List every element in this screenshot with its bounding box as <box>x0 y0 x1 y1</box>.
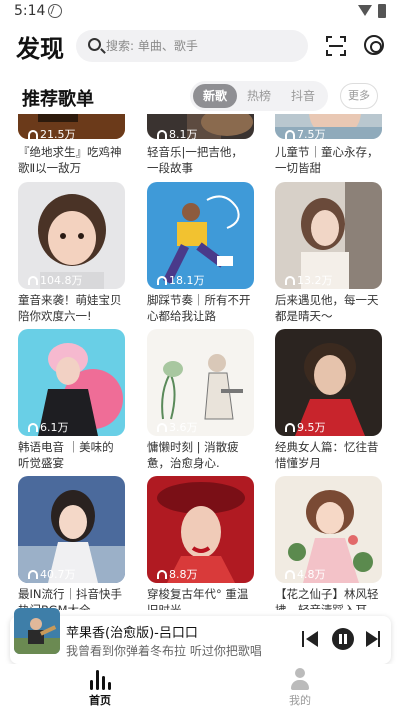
playlist-grid: 21.5万 『绝地求生』吃鸡神歌Ⅱ以一敌万 8.1万 轻音乐|一把吉他，一段故事… <box>0 114 401 610</box>
play-count: 104.8万 <box>28 272 83 288</box>
play-count: 6.1万 <box>28 419 69 435</box>
headphones-icon <box>28 423 38 432</box>
now-playing-song-title: 苹果香(治愈版)-吕口口 <box>66 626 198 641</box>
playlist-tabs: 新歌 热榜 抖音 <box>190 81 328 111</box>
sync-icon <box>48 4 62 18</box>
status-bar: 5:14 <box>0 0 401 24</box>
tab-hot-chart[interactable]: 热榜 <box>237 84 281 108</box>
soundwave-icon <box>88 668 112 690</box>
playlist-title: 穿梭复古年代° 重温旧时光 <box>147 587 249 610</box>
play-count: 3.6万 <box>157 419 198 435</box>
headphones-icon <box>157 276 167 285</box>
play-count: 9.5万 <box>285 419 326 435</box>
playlist-title: 童音来袭！萌娃宝贝陪你欢度六一! <box>18 293 122 323</box>
next-track-icon[interactable] <box>364 630 382 648</box>
playlist-title: 儿童节｜童心永存，一切皆甜 <box>275 145 379 175</box>
battery-icon <box>378 4 386 18</box>
playlist-title: 轻音乐|一把吉他，一段故事 <box>147 145 243 175</box>
playlist-title: 【花之仙子】林风轻拂，轻音清踩入耳. <box>275 587 379 610</box>
headphones-icon <box>285 423 295 432</box>
headphones-icon <box>28 276 38 285</box>
mini-player[interactable]: 苹果香(治愈版)-吕口口 我曾看到你弹着冬布拉 听过你把歌唱 <box>10 608 391 664</box>
nav-me-label: 我的 <box>289 694 311 707</box>
status-time: 5:14 <box>14 3 46 19</box>
search-icon <box>88 38 101 51</box>
headphones-icon <box>157 570 167 579</box>
headphones-icon <box>285 276 295 285</box>
playlist-title: 慵懒时刻 | 消散疲惫，治愈身心. <box>147 440 239 470</box>
nav-home-label: 首页 <box>89 694 111 707</box>
headphones-icon <box>28 570 38 579</box>
play-count: 18.1万 <box>157 272 205 288</box>
headphones-icon <box>285 570 295 579</box>
nav-home-tab[interactable]: 首页 <box>60 668 140 708</box>
playlist-title: 经典女人篇：忆往昔惜懂岁月 <box>275 440 379 470</box>
now-playing-lyric: 我曾看到你弹着冬布拉 听过你把歌唱 <box>66 644 262 658</box>
search-bar[interactable] <box>76 30 308 62</box>
headphones-icon <box>28 130 38 139</box>
playlist-title: 脚踩节奏｜所有不开心都给我让路 <box>147 293 251 323</box>
nav-me-tab[interactable]: 我的 <box>260 668 340 708</box>
headphones-icon <box>157 423 167 432</box>
play-count: 8.8万 <box>157 566 198 582</box>
section-title: 推荐歌单 <box>22 89 94 110</box>
headphones-icon <box>285 130 295 139</box>
wifi-icon <box>358 5 372 16</box>
play-count: 8.1万 <box>157 126 198 142</box>
pause-icon[interactable] <box>332 628 354 650</box>
play-count: 4.8万 <box>285 566 326 582</box>
play-count: 7.5万 <box>285 126 326 142</box>
playlist-title: 后来遇见他，每一天都是晴天～ <box>275 293 379 323</box>
person-icon <box>288 668 312 690</box>
tab-douyin[interactable]: 抖音 <box>281 84 325 108</box>
more-button[interactable]: 更多 <box>340 83 378 109</box>
play-count: 21.5万 <box>28 126 76 142</box>
now-playing-cover-image[interactable] <box>14 608 60 654</box>
bottom-navigation: 首页 我的 <box>0 664 401 713</box>
playlist-title: 『绝地求生』吃鸡神歌Ⅱ以一敌万 <box>18 145 122 175</box>
play-count: 40.7万 <box>28 566 76 582</box>
play-count: 13.2万 <box>285 272 333 288</box>
playlist-title: 最IN流行｜抖音快手热门BGM大全 <box>18 587 122 610</box>
scan-icon[interactable] <box>326 36 346 56</box>
previous-track-icon[interactable] <box>302 630 320 648</box>
app-header: 发现 <box>0 26 401 66</box>
headphones-icon <box>157 130 167 139</box>
page-title: 发现 <box>16 35 64 63</box>
recommended-playlists-header: 推荐歌单 新歌 热榜 抖音 更多 <box>0 80 401 112</box>
playlist-title: 韩语电音 ｜美味的听觉盛宴 <box>18 440 114 470</box>
search-input[interactable] <box>106 36 296 56</box>
tab-new-songs[interactable]: 新歌 <box>193 84 237 108</box>
settings-gear-icon[interactable] <box>364 35 384 55</box>
